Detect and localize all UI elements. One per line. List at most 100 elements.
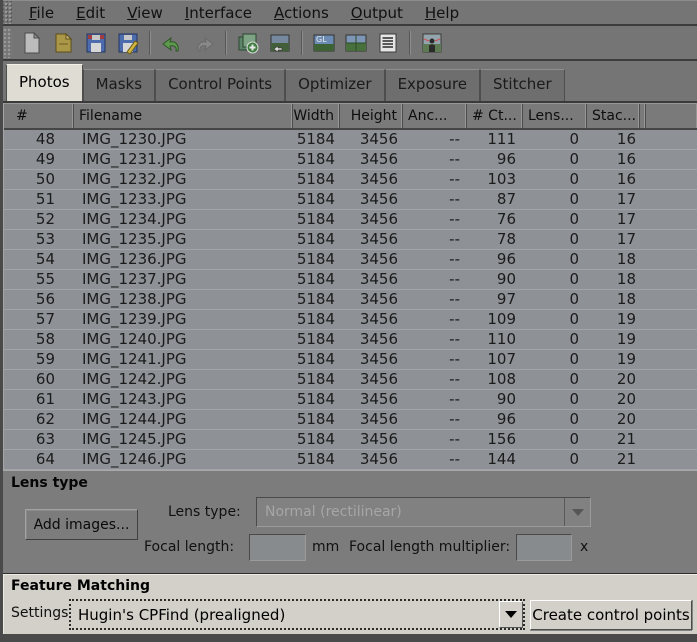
table-cell: 3456 [359,430,398,448]
add-images-button[interactable]: Add images... [25,509,138,540]
focal-length-field[interactable] [249,534,306,561]
table-cell: 50 [35,170,55,188]
chevron-down-icon[interactable] [499,601,523,628]
tab-photos[interactable]: Photos [6,64,83,101]
lens-type-label: Lens type: [168,504,241,520]
table-cell: 3456 [359,370,398,388]
table-cell: 3456 [359,190,398,208]
focal-multiplier-field[interactable] [516,534,572,561]
save-project-icon[interactable] [81,29,111,57]
table-cell: 19 [616,310,636,328]
table-cell: 58 [35,330,55,348]
column-header-ctrl-points[interactable]: # Ct... [467,104,523,128]
table-row[interactable]: 60 IMG_1242.JPG 5184 3456 -- 108 0 20 [4,370,697,390]
toolbar-grip[interactable] [3,27,12,58]
table-row[interactable]: 62 IMG_1244.JPG 5184 3456 -- 96 0 20 [4,410,697,430]
column-header-lens[interactable]: Lens... [523,104,587,128]
tab-masks[interactable]: Masks [82,69,156,101]
table-cell: 3456 [359,330,398,348]
column-header-number[interactable]: # [4,104,74,128]
redo-icon[interactable] [189,29,219,57]
table-cell: 64 [35,450,55,468]
window-bottom-edge [0,634,697,642]
table-row[interactable]: 63 IMG_1245.JPG 5184 3456 -- 156 0 21 [4,430,697,450]
photos-table: # Filename Width Height Anc... # Ct... L… [3,103,697,470]
table-row[interactable]: 59 IMG_1241.JPG 5184 3456 -- 107 0 19 [4,350,697,370]
gl-preview-icon[interactable]: GL [309,29,339,57]
tab-stitcher[interactable]: Stitcher [480,69,565,101]
menu-help[interactable]: Help [414,2,470,24]
table-row[interactable]: 53 IMG_1235.JPG 5184 3456 -- 78 0 17 [4,230,697,250]
table-cell: 3456 [359,150,398,168]
column-header-filename[interactable]: Filename [74,104,293,128]
table-row[interactable]: 52 IMG_1234.JPG 5184 3456 -- 76 0 17 [4,210,697,230]
table-row[interactable]: 49 IMG_1231.JPG 5184 3456 -- 96 0 16 [4,150,697,170]
menu-view[interactable]: View [116,2,174,24]
menu-interface[interactable]: Interface [174,2,263,24]
new-project-icon[interactable] [17,29,47,57]
table-cell: 62 [35,410,55,428]
add-time-series-icon[interactable] [265,29,295,57]
column-header-stack[interactable]: Stac... [587,104,640,128]
feature-matching-title: Feature Matching [11,578,150,594]
hugin-window: File Edit View Interface Actions Output … [0,0,697,642]
table-cell: 5184 [296,250,335,268]
table-cell: -- [449,250,460,268]
menubar-grip[interactable] [3,1,12,24]
table-header: # Filename Width Height Anc... # Ct... L… [4,103,697,130]
table-row[interactable]: 57 IMG_1239.JPG 5184 3456 -- 109 0 19 [4,310,697,330]
control-point-table-icon[interactable] [373,29,403,57]
table-row[interactable]: 58 IMG_1240.JPG 5184 3456 -- 110 0 19 [4,330,697,350]
column-header-anchor[interactable]: Anc... [403,104,467,128]
tab-optimizer[interactable]: Optimizer [285,69,385,101]
table-cell: 17 [616,230,636,248]
table-cell: 0 [569,290,579,308]
assistant-icon[interactable] [417,29,447,57]
column-header-height[interactable]: Height [340,104,403,128]
window-left-edge [0,0,3,642]
table-cell: 3456 [359,310,398,328]
table-cell: 52 [35,210,55,228]
save-as-icon[interactable] [113,29,143,57]
table-cell: IMG_1238.JPG [82,290,187,308]
menu-file[interactable]: File [18,2,65,24]
table-row[interactable]: 50 IMG_1232.JPG 5184 3456 -- 103 0 16 [4,170,697,190]
table-row[interactable]: 48 IMG_1230.JPG 5184 3456 -- 111 0 16 [4,130,697,150]
menu-edit[interactable]: Edit [65,2,116,24]
table-cell: 5184 [296,330,335,348]
toolbar-separator [409,30,411,55]
panorama-preview-icon[interactable] [341,29,371,57]
table-row[interactable]: 55 IMG_1237.JPG 5184 3456 -- 90 0 18 [4,270,697,290]
tab-control-points[interactable]: Control Points [155,69,286,101]
table-cell: IMG_1245.JPG [82,430,187,448]
table-row[interactable]: 51 IMG_1233.JPG 5184 3456 -- 87 0 17 [4,190,697,210]
column-header-width[interactable]: Width [293,104,340,128]
table-cell: 111 [487,130,516,148]
lens-type-panel: Lens type Add images... Lens type: Norma… [3,470,697,573]
table-cell: -- [449,210,460,228]
cp-settings-select[interactable]: Hugin's CPFind (prealigned) [69,599,525,630]
open-project-icon[interactable] [49,29,79,57]
table-cell: 0 [569,170,579,188]
table-cell: 48 [35,130,55,148]
lens-type-select[interactable]: Normal (rectilinear) [256,497,591,527]
cp-settings-value: Hugin's CPFind (prealigned) [78,605,286,624]
table-cell: IMG_1239.JPG [82,310,187,328]
table-cell: 144 [487,450,516,468]
table-row[interactable]: 61 IMG_1243.JPG 5184 3456 -- 90 0 20 [4,390,697,410]
create-control-points-button[interactable]: Create control points [530,600,692,630]
chevron-down-icon [564,498,590,526]
lens-panel-title: Lens type [11,475,88,491]
undo-icon[interactable] [157,29,187,57]
table-cell: -- [449,270,460,288]
table-row[interactable]: 56 IMG_1238.JPG 5184 3456 -- 97 0 18 [4,290,697,310]
table-row[interactable]: 64 IMG_1246.JPG 5184 3456 -- 144 0 21 [4,450,697,470]
table-cell: 0 [569,410,579,428]
table-cell: 0 [569,130,579,148]
add-images-icon[interactable] [233,29,263,57]
table-row[interactable]: 54 IMG_1236.JPG 5184 3456 -- 96 0 18 [4,250,697,270]
menu-actions[interactable]: Actions [263,2,340,24]
tab-exposure[interactable]: Exposure [384,69,481,101]
menu-output[interactable]: Output [340,2,414,24]
table-cell: 5184 [296,310,335,328]
